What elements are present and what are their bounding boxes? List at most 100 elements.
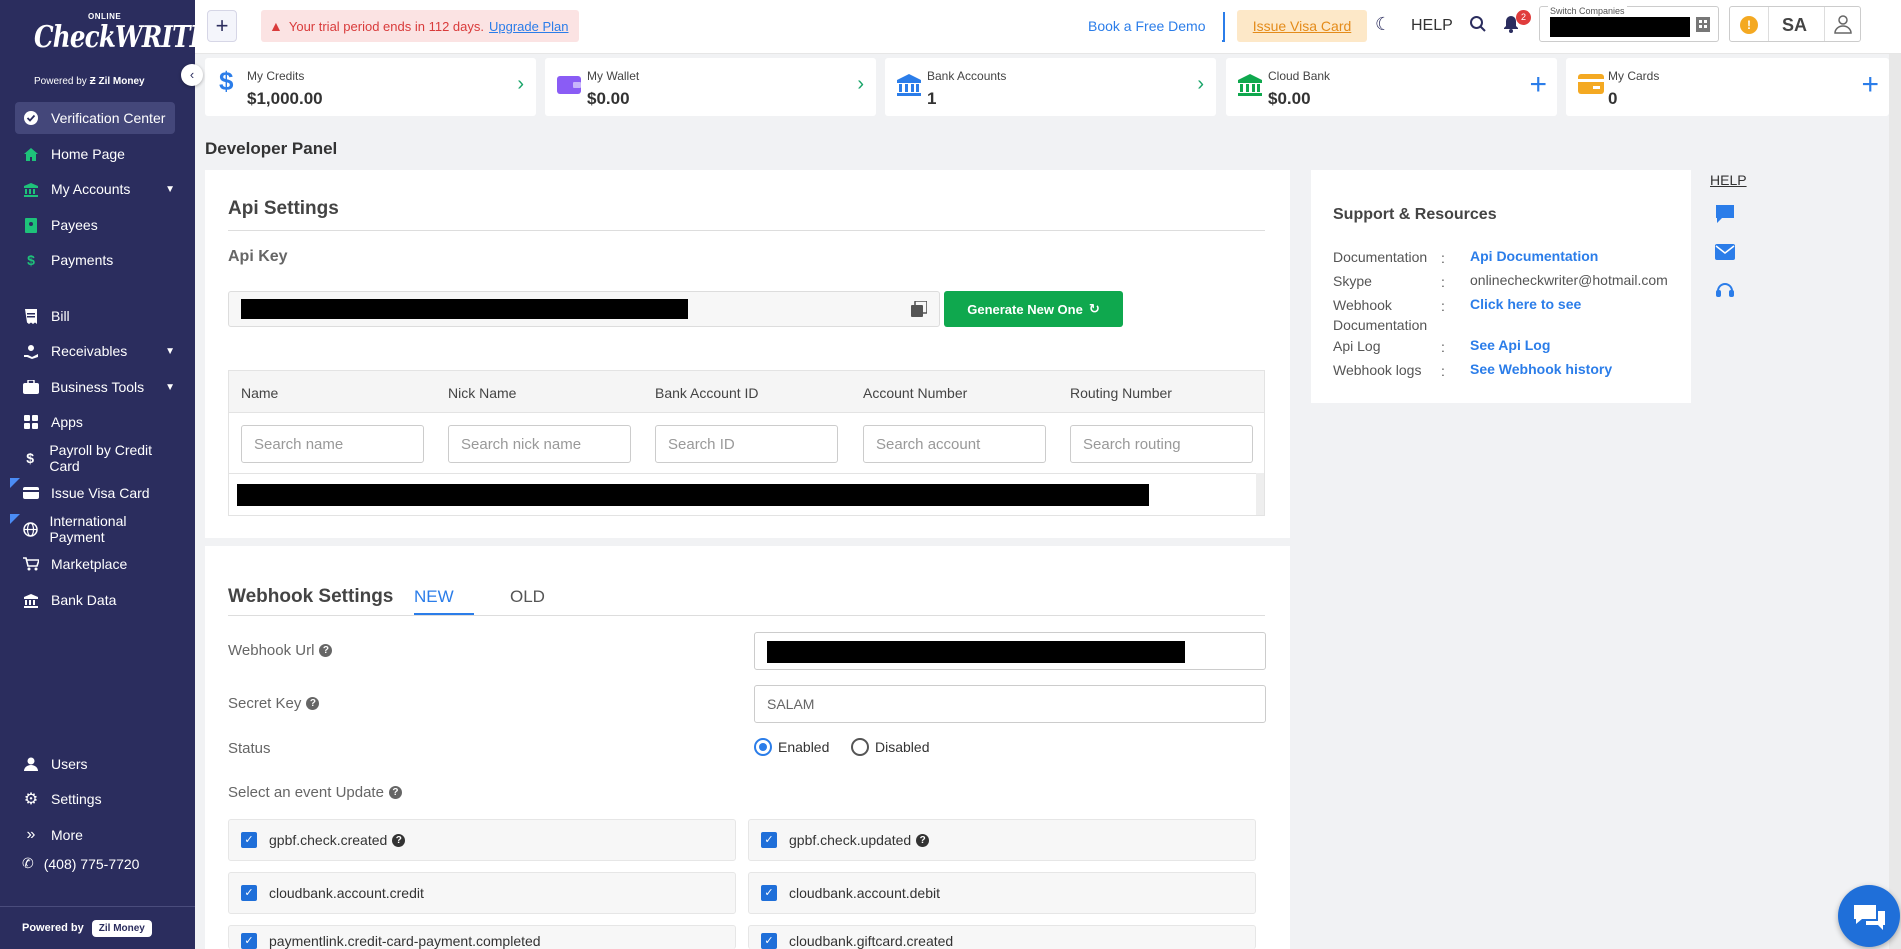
secret-key-input[interactable]: SALAM	[754, 685, 1266, 723]
checkbox-checked-icon[interactable]: ✓	[241, 885, 257, 901]
status-disabled-radio[interactable]: Disabled	[851, 738, 929, 756]
support-resources-panel: Support & Resources Documentation : Api …	[1311, 170, 1691, 403]
generate-new-key-button[interactable]: Generate New One ↻	[944, 291, 1123, 327]
api-log-link[interactable]: See Api Log	[1470, 337, 1550, 353]
tab-new[interactable]: NEW	[414, 587, 454, 607]
page-scrollbar[interactable]	[1889, 54, 1901, 949]
plus-icon[interactable]: +	[1861, 68, 1879, 102]
card-bank-accounts[interactable]: Bank Accounts 1 ›	[885, 58, 1216, 116]
card-my-credits[interactable]: $ My Credits $1,000.00 ›	[205, 58, 536, 116]
side-help-link[interactable]: HELP	[1710, 172, 1747, 188]
checkwriter-logo[interactable]: ONLINE CheckWRITER Powered by Ƶ Zil Mone…	[30, 12, 228, 90]
event-checkbox[interactable]: ✓ cloudbank.giftcard.created	[748, 925, 1256, 949]
webhook-history-link[interactable]: See Webhook history	[1470, 361, 1612, 377]
card-cloud-bank[interactable]: Cloud Bank $0.00 +	[1226, 58, 1557, 116]
sidebar-item-label: Receivables	[51, 343, 128, 359]
webhook-url-input[interactable]	[754, 632, 1266, 670]
sidebar-item-verification-center[interactable]: Verification Center	[15, 102, 175, 134]
webhook-documentation-link[interactable]: Click here to see	[1470, 296, 1581, 312]
sidebar-item-issue-visa-card[interactable]: Issue Visa Card	[15, 477, 175, 509]
credit-card-icon	[1578, 74, 1604, 97]
sidebar: ONLINE CheckWRITER Powered by Ƶ Zil Mone…	[0, 0, 228, 949]
sidebar-item-users[interactable]: Users	[15, 748, 175, 780]
column-header-name[interactable]: Name	[241, 385, 278, 401]
chevron-right-icon[interactable]: ›	[857, 73, 864, 96]
api-documentation-link[interactable]: Api Documentation	[1470, 248, 1598, 264]
sidebar-item-payments[interactable]: $ Payments	[15, 244, 175, 276]
search-name-input[interactable]: Search name	[241, 425, 424, 463]
api-key-field[interactable]	[228, 291, 940, 327]
event-checkbox[interactable]: ✓ paymentlink.credit-card-payment.comple…	[228, 925, 736, 949]
checkbox-checked-icon[interactable]: ✓	[761, 885, 777, 901]
book-demo-link[interactable]: Book a Free Demo	[1088, 18, 1206, 34]
question-icon[interactable]: ?	[392, 833, 406, 847]
chevron-down-icon[interactable]: ▼	[165, 382, 175, 393]
question-icon[interactable]: ?	[306, 697, 320, 710]
column-header-account-number[interactable]: Account Number	[863, 385, 967, 401]
chevron-down-icon[interactable]: ▼	[165, 184, 175, 195]
question-icon[interactable]: ?	[319, 644, 333, 657]
sidebar-item-more[interactable]: » More	[15, 819, 175, 851]
search-icon[interactable]	[1469, 15, 1487, 36]
sidebar-item-bill[interactable]: Bill	[15, 300, 175, 332]
sidebar-item-apps[interactable]: Apps	[15, 406, 175, 438]
alert-icon[interactable]: !	[1740, 16, 1758, 34]
switch-companies-select[interactable]: Switch Companies	[1539, 6, 1719, 42]
sidebar-item-marketplace[interactable]: Marketplace	[15, 548, 175, 580]
user-initials-avatar[interactable]: SA	[1782, 15, 1807, 36]
chat-icon[interactable]	[1715, 204, 1735, 227]
checkbox-checked-icon[interactable]: ✓	[241, 832, 257, 848]
headset-icon[interactable]	[1715, 280, 1735, 303]
sidebar-item-international-payment[interactable]: International Payment	[15, 513, 175, 545]
upgrade-plan-link[interactable]: Upgrade Plan	[489, 19, 569, 34]
secret-key-label: Secret Key?	[228, 695, 320, 712]
chevron-right-icon[interactable]: ›	[517, 73, 524, 96]
table-scrollbar[interactable]	[1256, 473, 1264, 515]
dark-mode-icon[interactable]: ☾	[1375, 14, 1391, 35]
question-icon[interactable]: ?	[388, 786, 402, 799]
table-row[interactable]	[229, 473, 1264, 515]
search-id-input[interactable]: Search ID	[655, 425, 838, 463]
search-account-input[interactable]: Search account	[863, 425, 1046, 463]
event-checkbox[interactable]: ✓ cloudbank.account.credit	[228, 872, 736, 914]
event-checkbox[interactable]: ✓ cloudbank.account.debit	[748, 872, 1256, 914]
column-header-nick-name[interactable]: Nick Name	[448, 385, 516, 401]
sidebar-item-bank-data[interactable]: Bank Data	[15, 584, 175, 616]
issue-visa-card-button[interactable]: Issue Visa Card	[1237, 10, 1367, 42]
chevron-down-icon[interactable]: ▼	[165, 346, 175, 357]
search-routing-input[interactable]: Search routing	[1070, 425, 1253, 463]
card-my-cards[interactable]: My Cards 0 +	[1566, 58, 1889, 116]
plus-icon[interactable]: +	[1529, 68, 1547, 102]
quick-add-button[interactable]: +	[207, 10, 237, 42]
chevron-right-icon[interactable]: ›	[1197, 73, 1204, 96]
sidebar-item-label: Issue Visa Card	[51, 485, 150, 501]
status-enabled-radio[interactable]: Enabled	[754, 738, 829, 756]
tab-old[interactable]: OLD	[510, 587, 545, 607]
sidebar-collapse-button[interactable]: ‹	[181, 64, 203, 86]
sidebar-item-settings[interactable]: ⚙ Settings	[15, 783, 175, 815]
checkbox-checked-icon[interactable]: ✓	[241, 933, 257, 949]
event-checkbox[interactable]: ✓ gpbf.check.created?	[228, 819, 736, 861]
support-phone[interactable]: ✆ (408) 775-7720	[22, 855, 139, 872]
sidebar-item-payees[interactable]: Payees	[15, 209, 175, 241]
zil-money-logo[interactable]: Zil Money	[91, 919, 152, 937]
column-header-bank-account-id[interactable]: Bank Account ID	[655, 385, 759, 401]
sidebar-item-receivables[interactable]: Receivables ▼	[15, 335, 175, 367]
column-header-routing-number[interactable]: Routing Number	[1070, 385, 1172, 401]
support-title: Support & Resources	[1333, 206, 1497, 223]
live-chat-button[interactable]	[1838, 885, 1900, 947]
sidebar-item-home-page[interactable]: Home Page	[15, 138, 175, 170]
search-nick-name-input[interactable]: Search nick name	[448, 425, 631, 463]
card-my-wallet[interactable]: My Wallet $0.00 ›	[545, 58, 876, 116]
sidebar-item-payroll-by-credit-card[interactable]: $ Payroll by Credit Card	[15, 442, 175, 474]
sidebar-item-my-accounts[interactable]: My Accounts ▼	[15, 173, 175, 205]
checkbox-checked-icon[interactable]: ✓	[761, 933, 777, 949]
copy-icon[interactable]	[911, 300, 928, 320]
user-profile-icon[interactable]	[1834, 14, 1852, 37]
help-link[interactable]: HELP	[1411, 17, 1453, 35]
question-icon[interactable]: ?	[916, 833, 930, 847]
sidebar-item-business-tools[interactable]: Business Tools ▼	[15, 371, 175, 403]
mail-icon[interactable]	[1715, 244, 1735, 263]
checkbox-checked-icon[interactable]: ✓	[761, 832, 777, 848]
event-checkbox[interactable]: ✓ gpbf.check.updated?	[748, 819, 1256, 861]
